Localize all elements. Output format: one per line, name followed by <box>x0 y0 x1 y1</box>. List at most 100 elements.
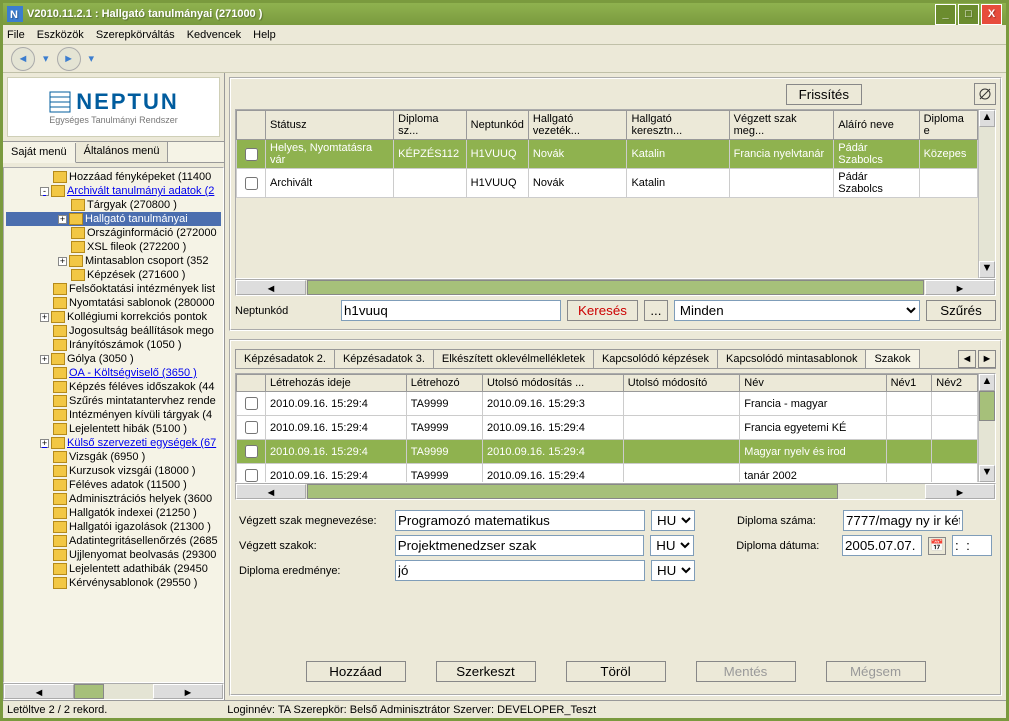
tree-item[interactable]: Féléves adatok (11500 ) <box>6 478 221 492</box>
input-vegzett-szakok[interactable] <box>395 535 645 556</box>
add-button[interactable]: Hozzáad <box>306 661 406 682</box>
grid-scroll-thumb[interactable] <box>307 280 924 295</box>
tree-item[interactable]: Kurzusok vizsgái (18000 ) <box>6 464 221 478</box>
tree-item[interactable]: Nyomtatási sablonok (280000 <box>6 296 221 310</box>
column-header[interactable]: Utolsó módosító <box>623 375 740 392</box>
browse-button[interactable]: ... <box>644 300 668 321</box>
edit-button[interactable]: Szerkeszt <box>436 661 536 682</box>
tree-item[interactable]: Jogosultság beállítások mego <box>6 324 221 338</box>
tree-item[interactable]: Hallgatók indexei (21250 ) <box>6 506 221 520</box>
search-input[interactable] <box>341 300 561 321</box>
tree-item[interactable]: Felsőoktatási intézmények list <box>6 282 221 296</box>
table-row[interactable]: ArchiváltH1VUUQNovákKatalinPádár Szabolc… <box>237 169 978 198</box>
column-header[interactable] <box>237 111 266 140</box>
lang-select-1[interactable]: HU <box>651 510 695 531</box>
row-checkbox[interactable] <box>245 177 258 190</box>
column-header[interactable]: Diploma sz... <box>394 111 467 140</box>
main-grid-vscroll[interactable]: ▲▼ <box>978 110 995 278</box>
nav-tree[interactable]: Hozzáad fényképeket (11400-Archivált tan… <box>3 167 224 683</box>
column-header[interactable]: Utolsó módosítás ... <box>483 375 624 392</box>
table-row[interactable]: 2010.09.16. 15:29:4TA99992010.09.16. 15:… <box>237 464 978 483</box>
maximize-button[interactable]: □ <box>958 4 979 25</box>
input-diploma-szama[interactable] <box>843 510 963 531</box>
subtab-scroll-right[interactable]: ► <box>978 350 996 368</box>
subgrid-scroll-thumb[interactable] <box>307 484 838 499</box>
row-checkbox[interactable] <box>245 469 258 482</box>
menu-help[interactable]: Help <box>253 29 276 41</box>
nav-forward-button[interactable]: ► <box>57 47 81 71</box>
minimize-button[interactable]: _ <box>935 4 956 25</box>
grid-scroll-right[interactable]: ► <box>925 280 995 295</box>
tree-item[interactable]: Irányítószámok (1050 ) <box>6 338 221 352</box>
search-button[interactable]: Keresés <box>567 300 638 321</box>
row-checkbox[interactable] <box>245 421 258 434</box>
filter-button[interactable]: Szűrés <box>926 300 996 321</box>
tree-item[interactable]: Kérvénysablonok (29550 ) <box>6 576 221 590</box>
subtab-kapcs-minta[interactable]: Kapcsolódó mintasablonok <box>717 349 866 368</box>
sub-grid-hscroll[interactable]: ◄ ► <box>235 483 996 500</box>
tree-hscroll[interactable]: ◄ ► <box>3 683 224 700</box>
expander-icon[interactable]: + <box>58 215 67 224</box>
subtab-scroll-left[interactable]: ◄ <box>958 350 976 368</box>
column-header[interactable] <box>237 375 266 392</box>
tree-item[interactable]: +Kollégiumi korrekciós pontok <box>6 310 221 324</box>
column-header[interactable]: Hallgató vezeték... <box>528 111 627 140</box>
tree-item[interactable]: XSL fileok (272200 ) <box>6 240 221 254</box>
subtab-kepzes2[interactable]: Képzésadatok 2. <box>235 349 335 368</box>
column-header[interactable]: Diploma e <box>919 111 977 140</box>
table-row[interactable]: Helyes, Nyomtatásra várKÉPZÉS112H1VUUQNo… <box>237 140 978 169</box>
row-checkbox[interactable] <box>245 445 258 458</box>
table-row[interactable]: 2010.09.16. 15:29:4TA99992010.09.16. 15:… <box>237 440 978 464</box>
close-button[interactable]: X <box>981 4 1002 25</box>
sub-grid-vscroll[interactable]: ▲▼ <box>978 374 995 482</box>
filter-select[interactable]: Minden <box>674 300 920 321</box>
expander-icon[interactable]: + <box>40 439 49 448</box>
lang-select-2[interactable]: HU <box>650 535 694 556</box>
column-header[interactable]: Név1 <box>886 375 932 392</box>
column-header[interactable]: Név2 <box>932 375 978 392</box>
tree-item[interactable]: Szűrés mintatantervhez rende <box>6 394 221 408</box>
tree-item[interactable]: +Hallgató tanulmányai <box>6 212 221 226</box>
expander-icon[interactable]: + <box>40 355 49 364</box>
column-header[interactable]: Aláíró neve <box>834 111 919 140</box>
sub-grid[interactable]: Létrehozás idejeLétrehozóUtolsó módosítá… <box>236 374 978 482</box>
input-diploma-time[interactable] <box>952 535 992 556</box>
tree-item[interactable]: Tárgyak (270800 ) <box>6 198 221 212</box>
tree-item[interactable]: OA - Költségviselő (3650 ) <box>6 366 221 380</box>
column-header[interactable]: Létrehozás ideje <box>266 375 407 392</box>
subgrid-scroll-left[interactable]: ◄ <box>236 484 306 499</box>
menu-file[interactable]: File <box>7 29 25 41</box>
table-row[interactable]: 2010.09.16. 15:29:4TA99992010.09.16. 15:… <box>237 392 978 416</box>
row-checkbox[interactable] <box>245 148 258 161</box>
subtab-kepzes3[interactable]: Képzésadatok 3. <box>334 349 434 368</box>
tree-item[interactable]: Hozzáad fényképeket (11400 <box>6 170 221 184</box>
input-diploma-eredmenye[interactable] <box>395 560 645 581</box>
tree-item[interactable]: -Archivált tanulmányi adatok (2 <box>6 184 221 198</box>
tree-item[interactable]: Képzések (271600 ) <box>6 268 221 282</box>
calendar-icon[interactable]: 📅 <box>928 537 946 555</box>
menu-fav[interactable]: Kedvencek <box>187 29 241 41</box>
refresh-button[interactable]: Frissítés <box>786 84 862 105</box>
input-diploma-datuma[interactable] <box>842 535 922 556</box>
input-vegzett-szak[interactable] <box>395 510 645 531</box>
column-header[interactable]: Név <box>740 375 886 392</box>
tab-general-menu[interactable]: Általános menü <box>76 142 169 162</box>
column-header[interactable]: Státusz <box>266 111 394 140</box>
nav-back-button[interactable]: ◄ <box>11 47 35 71</box>
column-header[interactable]: Létrehozó <box>406 375 482 392</box>
column-header[interactable]: Hallgató keresztn... <box>627 111 729 140</box>
scroll-left-button[interactable]: ◄ <box>4 684 74 699</box>
tree-item[interactable]: Ujjlenyomat beolvasás (29300 <box>6 548 221 562</box>
subtab-kapcs-kepz[interactable]: Kapcsolódó képzések <box>593 349 718 368</box>
tree-item[interactable]: Vizsgák (6950 ) <box>6 450 221 464</box>
tree-item[interactable]: Lejelentett adathibák (29450 <box>6 562 221 576</box>
main-grid[interactable]: StátuszDiploma sz...NeptunkódHallgató ve… <box>236 110 978 198</box>
table-row[interactable]: 2010.09.16. 15:29:4TA99992010.09.16. 15:… <box>237 416 978 440</box>
expander-icon[interactable]: + <box>58 257 67 266</box>
tree-item[interactable]: Képzés féléves időszakok (44 <box>6 380 221 394</box>
expander-icon[interactable]: - <box>40 187 49 196</box>
tree-item[interactable]: Intézményen kívüli tárgyak (4 <box>6 408 221 422</box>
lang-select-3[interactable]: HU <box>651 560 695 581</box>
menu-role[interactable]: Szerepkörváltás <box>96 29 175 41</box>
expander-icon[interactable]: + <box>40 313 49 322</box>
